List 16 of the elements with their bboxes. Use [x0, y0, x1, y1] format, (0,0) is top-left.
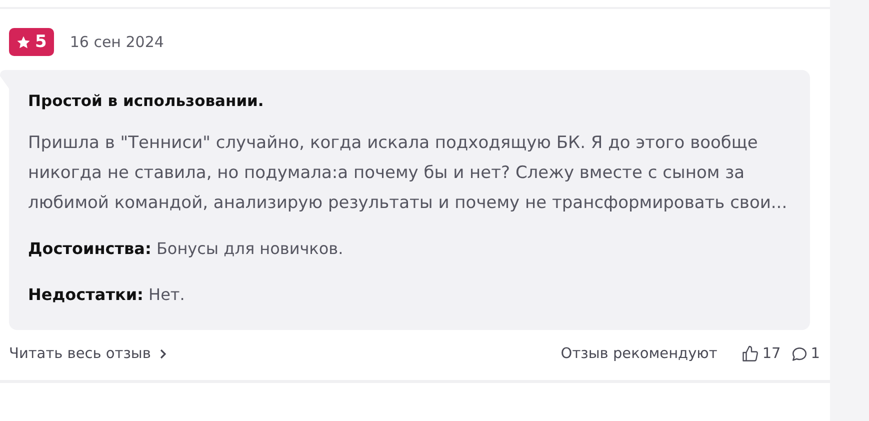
cons-text: Нет. [148, 285, 185, 304]
review-date: 16 сен 2024 [70, 33, 164, 51]
star-icon [16, 34, 31, 50]
read-more-link[interactable]: Читать весь отзыв [9, 346, 167, 362]
review-text: Пришла в "Тенниси" случайно, когда искала подходящую БК. Я до этого вообще никогда не ставила, но подумала:а почему бы и нет? Слежу вместе с сыном за любимой командой, анализирую результаты и почему не трансформировать свои... [28, 132, 788, 215]
review-title: Простой в использовании. [28, 92, 265, 110]
pros-label: Достоинства: [28, 239, 152, 258]
pros-text: Бонусы для новичков. [156, 239, 344, 258]
thumbs-up-icon[interactable] [741, 345, 760, 363]
likes-count: 17 [762, 346, 781, 362]
comment-icon[interactable] [790, 346, 808, 362]
chevron-icon [158, 349, 167, 359]
recommend-label: Отзыв рекомендуют [560, 346, 718, 362]
cons-label: Недостатки: [28, 285, 144, 304]
comments-count: 1 [810, 346, 820, 362]
rating-badge: 5 [9, 28, 54, 56]
